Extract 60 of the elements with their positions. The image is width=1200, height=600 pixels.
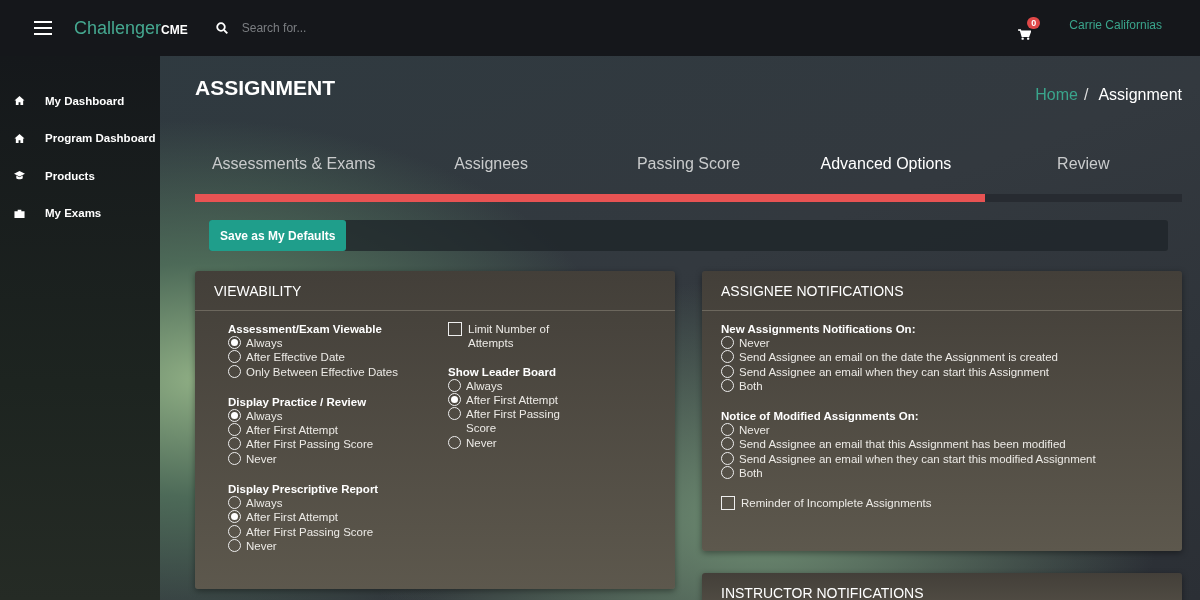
user-name-link[interactable]: Carrie Californias [1069,18,1162,32]
option-label: After First Attempt [246,510,339,525]
option-label: After First Passing Score [246,437,374,452]
sidebar-item[interactable]: My Dashboard [45,94,125,107]
step-tab[interactable]: Review [1057,155,1110,173]
option-label: Always [466,378,503,393]
checkbox-label: Limit Number of Attempts [468,322,551,351]
checkbox[interactable] [721,496,735,511]
option-label: Always [246,496,283,511]
breadcrumb-current: Assignment [1098,86,1182,104]
sidebar-item[interactable]: My Exams [45,207,102,220]
option-label: After Effective Date [246,350,345,365]
option-label: Never [739,336,770,351]
option-label: Only Between Effective Dates [246,364,398,379]
step-tab[interactable]: Assessments & Exams [211,155,376,173]
search-icon [215,22,228,34]
option-label: Always [246,408,283,424]
sidebar-item[interactable]: Products [45,169,95,182]
group-label: Notice of Modified Assignments On: [721,409,920,424]
step-tab[interactable]: Assignees [454,155,528,173]
option-label: After First Attempt [246,423,339,438]
breadcrumb-link[interactable]: Home [1035,86,1078,104]
brand-logo[interactable]: ChallengerCME [74,17,188,39]
option-label: Send Assignee an email when they can start this Assignment [739,364,1050,379]
cart-count-badge: 0 [1027,17,1041,29]
search-field[interactable]: Search for... [239,20,444,36]
step-tab[interactable]: Passing Score [636,155,741,173]
panel-title: ASSIGNEE NOTIFICATIONS [702,271,1182,311]
panel-title: INSTRUCTOR NOTIFICATIONS [702,572,1182,600]
step-tab[interactable]: Advanced Options [820,155,952,173]
option-label: Send Assignee an email that this Assignment has been modified [739,437,1066,452]
sidebar-item[interactable]: Program Dashboard [45,132,156,145]
option-label: Never [246,538,277,554]
page-title: ASSIGNMENT [195,76,335,101]
group-label: Display Practice / Review [228,394,368,409]
option-label: Never [246,451,277,467]
option-label: Both [739,466,763,481]
option-label: After First Passing Score [466,407,561,436]
group-label: New Assignments Notifications On: [721,322,917,336]
checkbox[interactable] [448,322,462,336]
option-label: Always [246,336,283,351]
menu-icon[interactable] [34,21,52,35]
option-label: Never [466,435,497,451]
option-label: After First Passing Score [246,524,374,539]
group-label: Display Prescriptive Report [228,482,380,497]
graduation-cap-icon [14,170,25,182]
home-icon [14,95,25,107]
option-label: Never [739,423,770,438]
group-label: Assessment/Exam Viewable [228,322,383,336]
home-icon [14,132,25,144]
briefcase-icon [14,207,25,219]
option-label: After First Attempt [466,392,559,408]
option-label: Both [739,378,763,394]
breadcrumb-separator: / [1083,86,1089,104]
option-label: Send Assignee an email on the date the Assignment is created [739,350,1058,365]
option-label: Send Assignee an email when they can start this modified Assignment [739,451,1096,467]
cart-icon[interactable] [1018,29,1032,40]
panel-title: VIEWABILITY [195,271,675,311]
checkbox-label: Reminder of Incomplete Assignments [741,496,932,511]
group-label: Show Leader Board [448,364,557,379]
